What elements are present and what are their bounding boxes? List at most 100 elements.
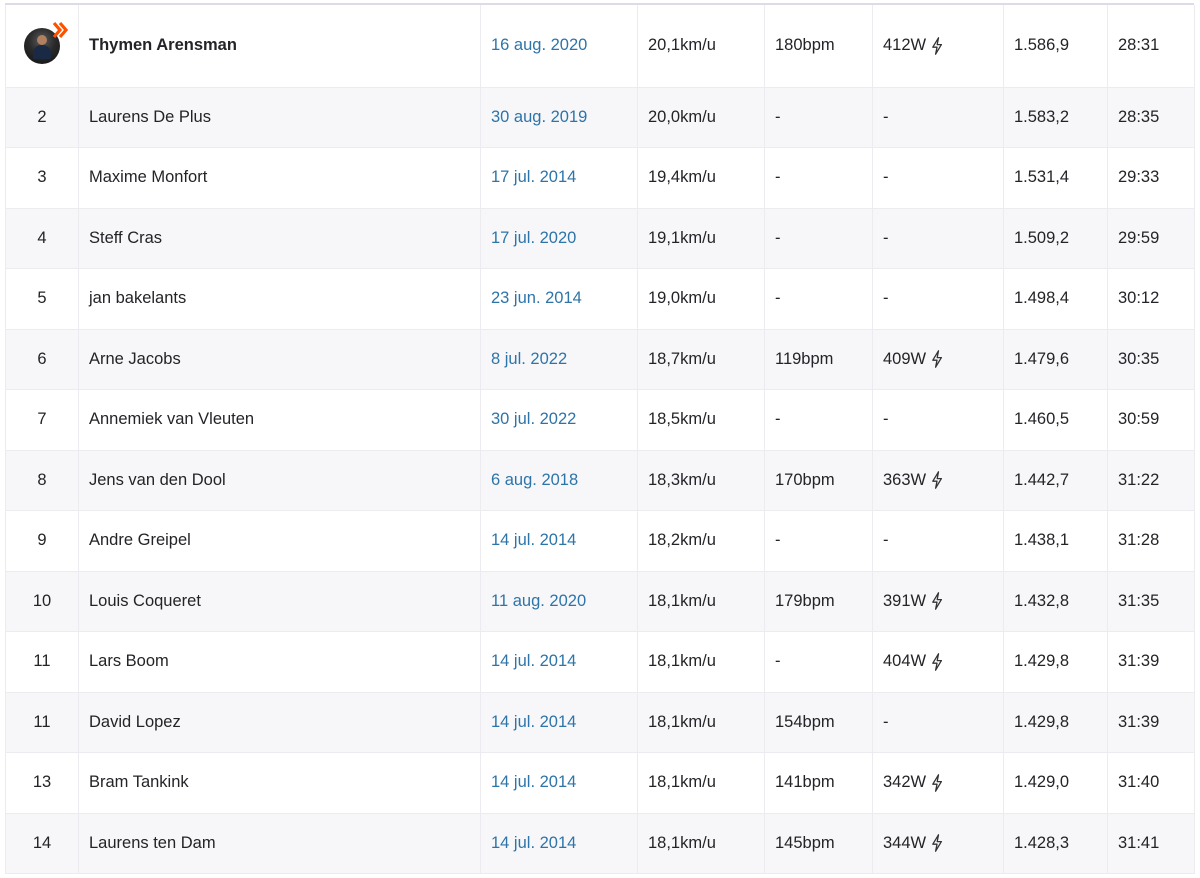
activity-date-link[interactable]: 16 aug. 2020	[491, 36, 587, 54]
heart-rate-value-cell: 141bpm	[764, 752, 873, 814]
power-value: 344W	[883, 833, 927, 852]
athlete-name-cell: Arne Jacobs	[78, 329, 481, 390]
power-cell: -	[872, 692, 1004, 753]
heart-rate-value-cell: 119bpm	[764, 329, 873, 390]
speed-value-cell: 19,0km/u	[637, 268, 765, 330]
table-row: 11 Lars Boom 14 jul. 2014 18,1km/u - 404W 1.42…	[5, 631, 1195, 693]
rank-number: 10	[32, 591, 52, 610]
power-value: 391W	[883, 591, 927, 610]
activity-date-link[interactable]: 6 aug. 2018	[491, 471, 578, 489]
power-cell: 412W	[872, 5, 1004, 88]
speed-value-cell: 18,1km/u	[637, 571, 765, 632]
heart-rate-value: 170bpm	[775, 470, 835, 489]
user-avatar[interactable]	[24, 21, 69, 64]
power-wrap: -	[883, 713, 889, 732]
activity-date-link[interactable]: 30 aug. 2019	[491, 108, 587, 126]
power-wrap: -	[883, 289, 889, 308]
activity-date-link[interactable]: 14 jul. 2014	[491, 531, 576, 549]
power-cell: 409W	[872, 329, 1004, 390]
time-value: 31:22	[1118, 470, 1160, 489]
rank-cell: 13	[5, 752, 79, 814]
activity-date-link[interactable]: 14 jul. 2014	[491, 834, 576, 852]
vam-value: 1.442,7	[1014, 470, 1070, 489]
speed-value: 19,4km/u	[648, 168, 716, 187]
lightning-icon	[931, 773, 943, 792]
rank-number: 14	[32, 833, 52, 852]
time-value-cell: 31:39	[1107, 692, 1195, 753]
activity-date-link[interactable]: 17 jul. 2020	[491, 229, 576, 247]
power-cell: 391W	[872, 571, 1004, 632]
speed-value: 19,0km/u	[648, 289, 716, 308]
time-value-cell: 28:35	[1107, 87, 1195, 148]
heart-rate-value: -	[775, 228, 781, 247]
lightning-icon	[931, 471, 943, 490]
rank-number: 11	[33, 652, 51, 671]
heart-rate-value-cell: -	[764, 631, 873, 693]
time-value-cell: 30:12	[1107, 268, 1195, 330]
athlete-name: Thymen Arensman	[89, 36, 237, 55]
power-wrap: 409W	[883, 350, 943, 369]
power-cell: -	[872, 510, 1004, 572]
power-value: -	[883, 289, 889, 308]
vam-value: 1.479,6	[1014, 349, 1070, 368]
rank-number: 9	[37, 531, 47, 550]
power-value: 363W	[883, 470, 927, 489]
leaderboard-table: Thymen Arensman 16 aug. 2020 20,1km/u 180bp…	[5, 5, 1195, 874]
activity-date-link[interactable]: 14 jul. 2014	[491, 773, 576, 791]
athlete-name: jan bakelants	[89, 289, 187, 308]
time-value-cell: 29:33	[1107, 147, 1195, 209]
activity-date-link[interactable]: 8 jul. 2022	[491, 350, 567, 368]
vam-value-cell: 1.460,5	[1003, 389, 1108, 451]
vam-value: 1.531,4	[1014, 168, 1070, 187]
table-row: 4 Steff Cras 17 jul. 2020 19,1km/u - - 1.509,2…	[5, 208, 1195, 269]
power-cell: 342W	[872, 752, 1004, 814]
vam-value: 1.509,2	[1014, 228, 1070, 247]
heart-rate-value: -	[775, 168, 781, 187]
vam-value: 1.460,5	[1014, 410, 1070, 429]
activity-date-link[interactable]: 14 jul. 2014	[491, 652, 576, 670]
activity-date-link[interactable]: 14 jul. 2014	[491, 713, 576, 731]
heart-rate-value-cell: -	[764, 147, 873, 209]
power-value: -	[883, 712, 889, 731]
power-value: -	[883, 168, 889, 187]
table-row: 14 Laurens ten Dam 14 jul. 2014 18,1km/u 145…	[5, 813, 1195, 874]
athlete-name: Andre Greipel	[89, 531, 191, 550]
speed-value: 20,0km/u	[648, 107, 716, 126]
rank-cell: 6	[5, 329, 79, 390]
activity-date-link[interactable]: 17 jul. 2014	[491, 168, 576, 186]
athlete-name-cell: jan bakelants	[78, 268, 481, 330]
power-value: -	[883, 531, 889, 550]
speed-value: 18,5km/u	[648, 410, 716, 429]
activity-date-link[interactable]: 30 jul. 2022	[491, 410, 576, 428]
rank-cell	[5, 5, 79, 88]
speed-value: 18,1km/u	[648, 712, 716, 731]
power-wrap: 412W	[883, 36, 943, 55]
activity-date-link[interactable]: 23 jun. 2014	[491, 289, 582, 307]
time-value-cell: 30:59	[1107, 389, 1195, 451]
heart-rate-value-cell: 179bpm	[764, 571, 873, 632]
date-cell: 16 aug. 2020	[480, 5, 638, 88]
table-row: 5 jan bakelants 23 jun. 2014 19,0km/u - - 1.49…	[5, 268, 1195, 330]
heart-rate-value: -	[775, 410, 781, 429]
rank-cell: 11	[5, 692, 79, 753]
date-cell: 14 jul. 2014	[480, 692, 638, 753]
speed-value: 18,1km/u	[648, 773, 716, 792]
heart-rate-value: 145bpm	[775, 833, 835, 852]
activity-date-link[interactable]: 11 aug. 2020	[491, 592, 586, 610]
power-cell: -	[872, 389, 1004, 451]
rank-number: 6	[37, 349, 47, 368]
vam-value-cell: 1.429,0	[1003, 752, 1108, 814]
time-value-cell: 29:59	[1107, 208, 1195, 269]
power-wrap: 404W	[883, 652, 943, 671]
lightning-icon	[931, 834, 943, 853]
lightning-icon	[931, 592, 943, 611]
rank-number: 13	[32, 773, 52, 792]
athlete-name: Bram Tankink	[89, 773, 189, 792]
heart-rate-value: 141bpm	[775, 773, 835, 792]
date-cell: 14 jul. 2014	[480, 631, 638, 693]
date-cell: 17 jul. 2020	[480, 208, 638, 269]
time-value: 31:28	[1118, 531, 1160, 550]
athlete-name-cell: Jens van den Dool	[78, 450, 481, 511]
rank-number: 3	[37, 168, 47, 187]
athlete-name-cell: Louis Coqueret	[78, 571, 481, 632]
